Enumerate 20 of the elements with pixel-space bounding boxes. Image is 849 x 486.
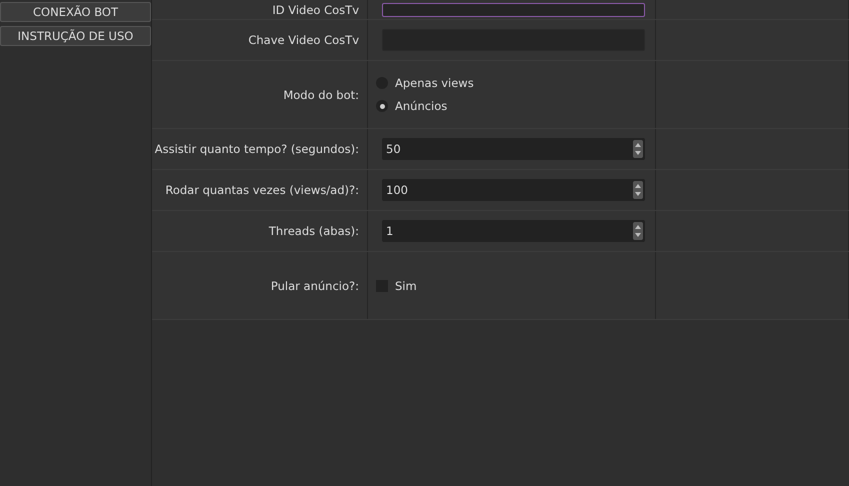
radio-button[interactable] [376,100,388,112]
spin-box[interactable]: 100 [382,179,645,201]
sidebar-button[interactable]: INSTRUÇÃO DE USO [0,26,151,46]
field-label: Pular anúncio?: [270,278,359,292]
spin-arrows-icon[interactable] [633,140,643,158]
spin-box[interactable]: 1 [382,220,645,242]
spin-box[interactable]: 50 [382,138,645,160]
field-label: Rodar quantas vezes (views/ad)?: [165,183,359,197]
spin-arrows-icon[interactable] [633,181,643,199]
field-label: Chave Video CosTv [248,33,359,47]
field-label: ID Video CosTv [272,2,359,16]
field-label: Modo do bot: [283,88,359,102]
field-label: Threads (abas): [268,224,359,238]
radio-label[interactable]: Anúncios [395,99,448,113]
spin-arrows-icon[interactable] [633,222,643,240]
radio-label[interactable]: Apenas views [395,76,474,90]
checkbox-label[interactable]: Sim [395,278,417,292]
text-field[interactable] [382,2,645,16]
field-label: Assistir quanto tempo? (segundos): [154,142,359,156]
sidebar-button[interactable]: CONEXÃO BOT [0,2,151,22]
